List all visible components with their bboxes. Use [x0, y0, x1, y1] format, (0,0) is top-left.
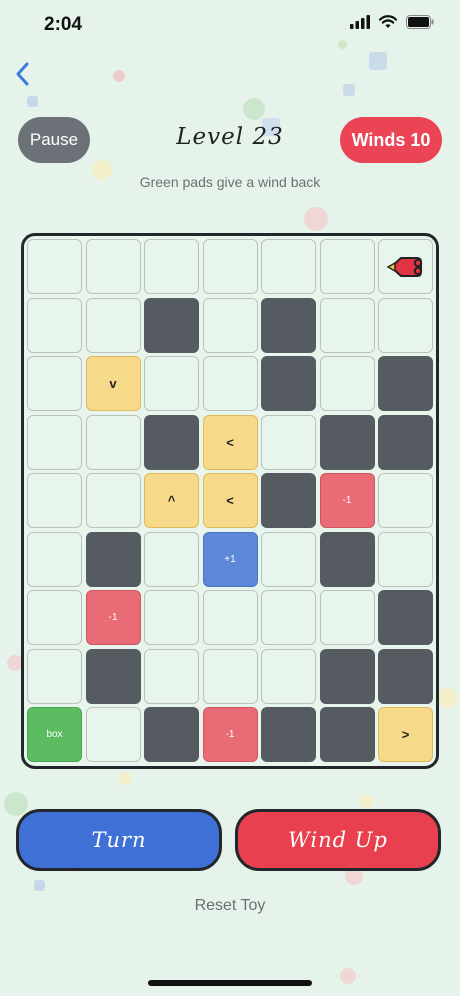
- board-cell-wall: [261, 473, 316, 528]
- minus-wind-pad: -1: [202, 707, 258, 762]
- board-cell-empty: [85, 473, 141, 528]
- board-cell-wall: [319, 648, 375, 704]
- direction-pad: >: [378, 707, 433, 762]
- board-cell-empty: [27, 414, 82, 470]
- cell-label: v: [109, 376, 117, 391]
- board-cell-empty: [319, 356, 375, 411]
- status-icons: [350, 15, 434, 29]
- cell-label: box: [46, 729, 63, 740]
- board-cell-empty: [378, 297, 433, 353]
- cell-label: >: [401, 727, 410, 742]
- board-cell-empty: [27, 239, 82, 294]
- board-cell-empty: [202, 648, 258, 704]
- cell-label: <: [226, 493, 234, 508]
- winds-counter-button[interactable]: Winds 10: [340, 117, 442, 163]
- board-cell-wall: [261, 297, 316, 353]
- board-cell-empty: [144, 648, 199, 704]
- board-cell-empty: [27, 356, 82, 411]
- direction-pad: <: [202, 473, 258, 528]
- cell-label: ^: [167, 493, 176, 508]
- cell-label: <: [226, 434, 234, 450]
- board-cell-empty: [378, 473, 433, 528]
- board-cell-empty: [144, 531, 199, 587]
- home-indicator: [148, 980, 312, 986]
- cell-label: -1: [342, 495, 352, 506]
- board-cell-empty: [27, 297, 82, 353]
- board-cell-empty: [202, 590, 258, 645]
- board-cell-empty: [27, 473, 82, 528]
- board-cell-empty: [144, 239, 199, 294]
- board-cell-wall: [261, 356, 316, 411]
- turn-button[interactable]: Turn: [16, 809, 222, 871]
- board-cell-empty: [85, 707, 141, 762]
- board-cell-empty: [85, 297, 141, 353]
- board-cell-empty: [261, 414, 316, 470]
- back-chevron-icon[interactable]: [12, 60, 36, 88]
- board-cell-wall: [319, 531, 375, 587]
- wind-up-toy-icon: [385, 256, 422, 277]
- board-cell-empty: [144, 356, 199, 411]
- minus-wind-pad: -1: [319, 473, 375, 528]
- board-cell-wall: [85, 648, 141, 704]
- reset-toy-link[interactable]: Reset Toy: [0, 897, 460, 915]
- board-cell-wall: [144, 414, 199, 470]
- board-cell-wall: [378, 414, 433, 470]
- board-cell-empty: [27, 648, 82, 704]
- board-cell-empty: [85, 239, 141, 294]
- game-board: v < ^ < -1 +1 -1 box -1 >: [21, 233, 439, 769]
- board-cell-toy: [378, 239, 433, 294]
- status-time: 2:04: [44, 14, 83, 35]
- board-cell-empty: [27, 531, 82, 587]
- direction-pad: ^: [144, 473, 199, 528]
- board-cell-empty: [319, 239, 375, 294]
- board-cell-wall: [144, 297, 199, 353]
- board-cell-empty: [261, 648, 316, 704]
- minus-wind-pad: -1: [85, 590, 141, 645]
- goal-box-pad: box: [27, 707, 82, 762]
- hint-text: Green pads give a wind back: [139, 174, 321, 190]
- board-cell-wall: [319, 414, 375, 470]
- cell-label: -1: [108, 612, 118, 623]
- board-cell-empty: [261, 531, 316, 587]
- board-cell-wall: [378, 356, 433, 411]
- direction-pad: <: [202, 414, 258, 470]
- board-cell-wall: [261, 707, 316, 762]
- direction-pad: v: [85, 356, 141, 411]
- board-cell-empty: [144, 590, 199, 645]
- board-cell-wall: [85, 531, 141, 587]
- wind-up-button[interactable]: Wind Up: [235, 809, 441, 871]
- board-cell-empty: [27, 590, 82, 645]
- status-bar: 2:04: [0, 0, 460, 50]
- board-cell-empty: [319, 297, 375, 353]
- board-cell-empty: [378, 531, 433, 587]
- plus-wind-pad: +1: [202, 531, 258, 587]
- board-cell-empty: [202, 239, 258, 294]
- battery-icon: [406, 15, 434, 29]
- board-cell-wall: [319, 707, 375, 762]
- wifi-icon: [379, 15, 397, 28]
- board-cell-empty: [202, 356, 258, 411]
- board-cell-wall: [378, 648, 433, 704]
- cell-label: +1: [224, 553, 236, 565]
- board-cell-wall: [144, 707, 199, 762]
- cell-label: -1: [225, 729, 235, 740]
- board-cell-empty: [202, 297, 258, 353]
- board-cell-empty: [319, 590, 375, 645]
- board-cell-empty: [261, 590, 316, 645]
- cellular-signal-icon: [350, 15, 370, 29]
- board-cell-empty: [85, 414, 141, 470]
- board-cell-empty: [261, 239, 316, 294]
- board-cell-wall: [378, 590, 433, 645]
